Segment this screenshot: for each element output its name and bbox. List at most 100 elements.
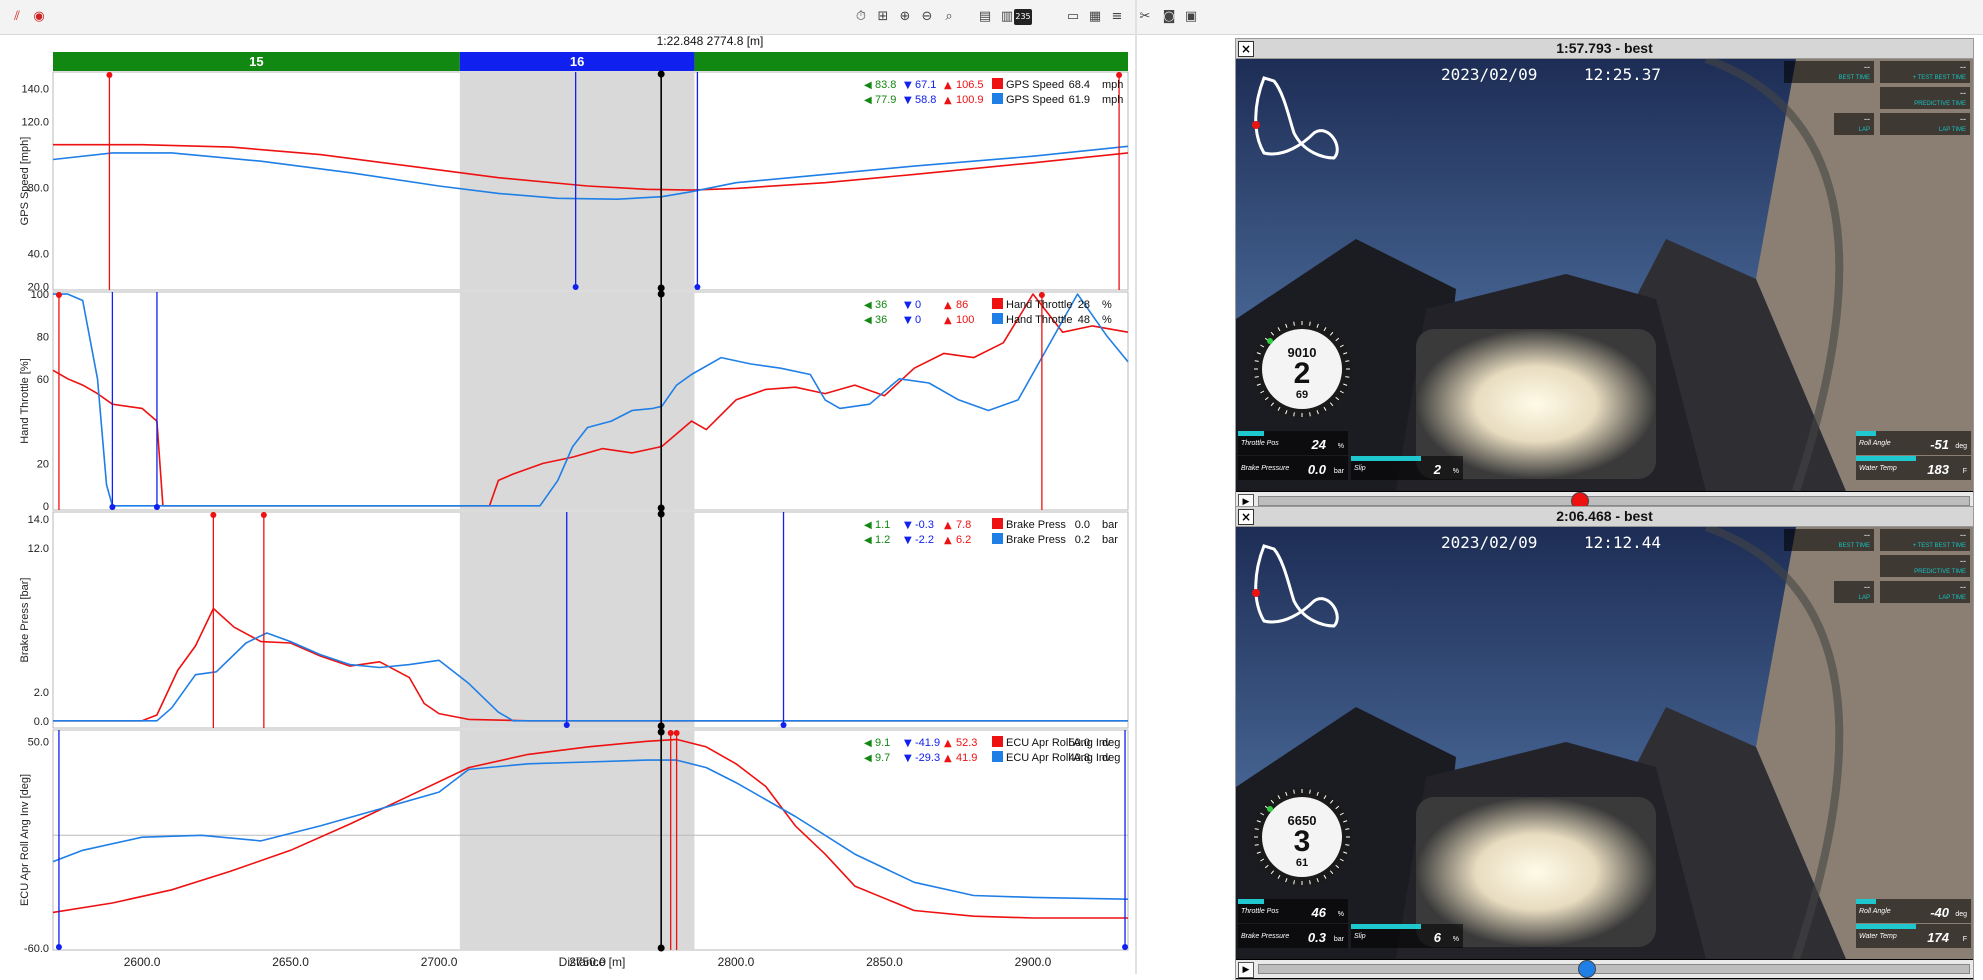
timing-value: -- [1960, 556, 1966, 566]
video-frame[interactable]: 2023/02/09 12:12.44 -- BEST TIME -- + TEST BE… [1236, 527, 1973, 959]
hud-roll-label: Roll Angle [1859, 440, 1891, 447]
ytick-label: 12.0 [28, 543, 49, 555]
legend-swatch [992, 78, 1003, 89]
legend-series-value: 28 [1078, 299, 1090, 311]
hud-roll-value: -51 [1930, 437, 1949, 452]
legend-max-value: 7.8 [956, 519, 971, 531]
legend-series-name: ECU Apr Roll Ang Inv [1006, 752, 1111, 764]
track-map-icon [1252, 544, 1339, 628]
legend-mean-value: 0 [915, 299, 921, 311]
legend-mean-value: -41.9 [915, 737, 940, 749]
lap-marker-cap-2-2 [563, 722, 570, 728]
legend-min-icon: ◀ [864, 738, 872, 749]
close-icon[interactable]: × [1238, 41, 1254, 57]
timing-label: BEST TIME [1838, 75, 1870, 81]
legend-min-icon: ◀ [864, 315, 872, 326]
video-timeline[interactable] [1258, 960, 1970, 978]
timing-box: -- BEST TIME [1784, 61, 1874, 83]
video-timeline-thumb[interactable] [1577, 960, 1596, 978]
legend-min-value: 77.9 [875, 94, 896, 106]
legend-mean-value: 0 [915, 314, 921, 326]
timing-label: LAP [1858, 595, 1870, 601]
legend-mean-icon: ▼ [904, 95, 912, 106]
camera-icon[interactable]: ◙ [1160, 9, 1178, 25]
legend-max-icon: ▲ [944, 520, 952, 531]
legend-max-icon: ▲ [944, 753, 952, 764]
legend-max-icon: ▲ [944, 80, 952, 91]
hud-roll-unit: deg [1955, 443, 1967, 450]
hud-roll-bar [1856, 899, 1876, 904]
video-icon[interactable]: ▣ [1182, 9, 1200, 25]
lap-marker-cap-2-3 [780, 722, 787, 728]
video-title: 1:57.793 - best [1236, 39, 1973, 59]
hud-water-bar [1856, 456, 1916, 461]
timing-value: -- [1960, 582, 1966, 592]
hud-water-unit: F [1962, 468, 1967, 475]
lap-marker-cap-1-0 [55, 292, 62, 298]
hud-slip-value: 6 [1433, 930, 1441, 945]
legend-series-name: GPS Speed [1006, 79, 1064, 91]
video-timeline[interactable] [1258, 492, 1970, 510]
xtick-label: 2900.0 [1015, 955, 1052, 969]
y-axis-label-1: Hand Throttle [%] [19, 358, 31, 443]
legend-series-unit: % [1102, 299, 1112, 311]
xtick-label: 2700.0 [421, 955, 458, 969]
legend-mean-icon: ▼ [904, 80, 912, 91]
legend-min-value: 9.1 [875, 737, 890, 749]
hud-roll: Roll Angle -40 deg [1856, 899, 1971, 923]
play-icon[interactable]: ▶ [1238, 962, 1254, 978]
legend-mean-icon: ▼ [904, 535, 912, 546]
legend-max-icon: ▲ [944, 738, 952, 749]
legend-series-name: Brake Press [1006, 519, 1066, 531]
legend-mean-value: -0.3 [915, 519, 934, 531]
legend-series-value: 61.9 [1069, 94, 1090, 106]
legend-series-value: 48 [1078, 314, 1090, 326]
lap-marker-cap-2-1 [260, 512, 267, 518]
timing-label: LAP TIME [1938, 127, 1966, 133]
legend-mean-value: -2.2 [915, 534, 934, 546]
lap-marker-cap-0-2 [572, 284, 579, 290]
lap-marker-cap-0-1 [1116, 72, 1123, 78]
legend-series-unit: deg [1102, 752, 1120, 764]
hud-slip-bar [1351, 924, 1421, 929]
video-date: 2023/02/09 [1441, 533, 1538, 552]
legend-min-icon: ◀ [864, 753, 872, 764]
timing-box: -- PREDICTIVE TIME [1880, 555, 1970, 577]
legend-series-unit: bar [1102, 534, 1118, 546]
legend-max-icon: ▲ [944, 535, 952, 546]
legend-min-icon: ◀ [864, 520, 872, 531]
hud-throttle: Throttle Pos 24% [1238, 431, 1348, 455]
sector-highlight-2 [459, 512, 695, 728]
legend-swatch [992, 533, 1003, 544]
ytick-label: 14.0 [28, 514, 49, 526]
scissors-icon[interactable]: ✂ [1136, 9, 1154, 25]
legend-min-value: 83.8 [875, 79, 896, 91]
hud-water: Water Temp 174 F [1856, 924, 1971, 948]
legend-series-value: 40.8 [1069, 752, 1090, 764]
legend-min-icon: ◀ [864, 300, 872, 311]
rpm-gear-gauge: 9010 2 69 [1252, 319, 1352, 419]
video-frame[interactable]: 2023/02/09 12:25.37 -- BEST TIME -- + TEST BE… [1236, 59, 1973, 491]
sector-bar-2 [694, 52, 1128, 71]
legend-series-name: GPS Speed [1006, 94, 1064, 106]
video-time: 12:12.44 [1584, 533, 1662, 552]
pane-splitter[interactable] [1135, 0, 1137, 974]
timing-box: -- + TEST BEST TIME [1880, 61, 1970, 83]
legend-swatch [992, 298, 1003, 309]
close-icon[interactable]: × [1238, 509, 1254, 525]
timing-box: -- LAP [1834, 581, 1874, 603]
legend-min-value: 36 [875, 314, 887, 326]
cursor-handle-1 [657, 504, 665, 512]
hud-slip-unit: % [1452, 468, 1459, 475]
legend-max-value: 52.3 [956, 737, 977, 749]
cursor-handle-0 [657, 284, 665, 292]
hud-roll-value: -40 [1930, 905, 1949, 920]
telemetry-chart[interactable]: 15 1620.040.080.0120.0140.0GPS Speed [mph… [0, 0, 1135, 974]
legend-max-icon: ▲ [944, 95, 952, 106]
legend-min-value: 36 [875, 299, 887, 311]
hud-brake-label: Brake Pressure [1241, 933, 1290, 940]
hud-slip-label: Slip [1354, 933, 1366, 940]
hud-roll-label: Roll Angle [1859, 908, 1891, 915]
legend-mean-icon: ▼ [904, 315, 912, 326]
cursor-handle-0 [657, 70, 665, 78]
